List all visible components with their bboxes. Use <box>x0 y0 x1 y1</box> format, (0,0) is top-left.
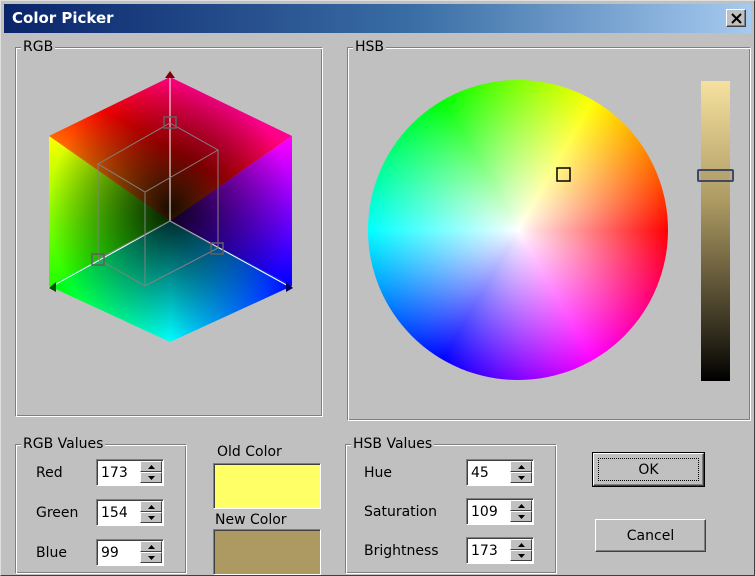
color-picker-window: Color Picker RGB HSB RGB Values Red 173 … <box>0 0 755 576</box>
brightness-increment-button[interactable] <box>510 539 532 550</box>
green-spinner[interactable] <box>96 499 164 526</box>
rgb-panel: RGB <box>15 39 323 417</box>
title-bar[interactable]: Color Picker <box>4 4 751 33</box>
hsb-panel: HSB <box>347 39 751 421</box>
saturation-label: Saturation <box>364 504 437 520</box>
red-decrement-button[interactable] <box>140 472 162 483</box>
arrow-up-icon <box>148 505 155 509</box>
arrow-down-icon <box>148 476 155 480</box>
hue-label: Hue <box>364 465 393 481</box>
arrow-up-icon <box>148 545 155 549</box>
green-label: Green <box>36 505 79 521</box>
hue-increment-button[interactable] <box>510 461 532 472</box>
brightness-slider[interactable] <box>701 81 730 381</box>
hsb-values-group: HSB Values Hue Saturation Brightness <box>345 436 557 574</box>
arrow-up-icon <box>518 504 525 508</box>
close-icon <box>731 13 742 24</box>
rgb-values-label: RGB Values <box>21 436 106 452</box>
green-increment-button[interactable] <box>140 501 162 512</box>
old-color-label: Old Color <box>217 444 282 460</box>
saturation-decrement-button[interactable] <box>510 511 532 522</box>
hsb-panel-label: HSB <box>353 39 387 55</box>
rgb-panel-label: RGB <box>21 39 56 55</box>
red-axis-arrow-icon <box>165 71 175 78</box>
hue-spinner[interactable] <box>466 459 534 486</box>
rgb-values-group: RGB Values Red Green Blue <box>15 436 187 574</box>
cancel-button-label: Cancel <box>626 527 675 544</box>
brightness-label: Brightness <box>364 543 439 559</box>
arrow-down-icon <box>148 556 155 560</box>
hue-decrement-button[interactable] <box>510 472 532 483</box>
hue-input[interactable] <box>469 462 509 483</box>
window-title: Color Picker <box>12 9 114 27</box>
ok-button[interactable]: OK <box>592 452 705 487</box>
arrow-up-icon <box>518 465 525 469</box>
blue-increment-button[interactable] <box>140 541 162 552</box>
brightness-decrement-button[interactable] <box>510 550 532 561</box>
arrow-up-icon <box>518 543 525 547</box>
red-label: Red <box>36 465 63 481</box>
new-color-label: New Color <box>215 512 287 528</box>
blue-decrement-button[interactable] <box>140 552 162 563</box>
green-input[interactable] <box>99 502 139 523</box>
new-color-swatch <box>213 529 321 575</box>
saturation-input[interactable] <box>469 501 509 522</box>
saturation-spinner[interactable] <box>466 498 534 525</box>
brightness-spinner[interactable] <box>466 537 534 564</box>
saturation-increment-button[interactable] <box>510 500 532 511</box>
red-spinner[interactable] <box>96 459 164 486</box>
blue-input[interactable] <box>99 542 139 563</box>
arrow-down-icon <box>148 516 155 520</box>
old-color-swatch <box>213 463 321 509</box>
hue-saturation-wheel[interactable] <box>368 80 668 380</box>
brightness-input[interactable] <box>469 540 509 561</box>
arrow-down-icon <box>518 515 525 519</box>
red-input[interactable] <box>99 462 139 483</box>
cancel-button[interactable]: Cancel <box>595 519 706 552</box>
green-decrement-button[interactable] <box>140 512 162 523</box>
brightness-slider-thumb[interactable] <box>697 169 734 182</box>
blue-label: Blue <box>36 545 67 561</box>
arrow-up-icon <box>148 465 155 469</box>
rgb-cube[interactable] <box>16 66 316 366</box>
red-increment-button[interactable] <box>140 461 162 472</box>
arrow-down-icon <box>518 476 525 480</box>
hue-cursor <box>556 167 571 182</box>
blue-spinner[interactable] <box>96 539 164 566</box>
hsb-values-label: HSB Values <box>351 436 435 452</box>
arrow-down-icon <box>518 554 525 558</box>
close-button[interactable] <box>726 9 746 27</box>
